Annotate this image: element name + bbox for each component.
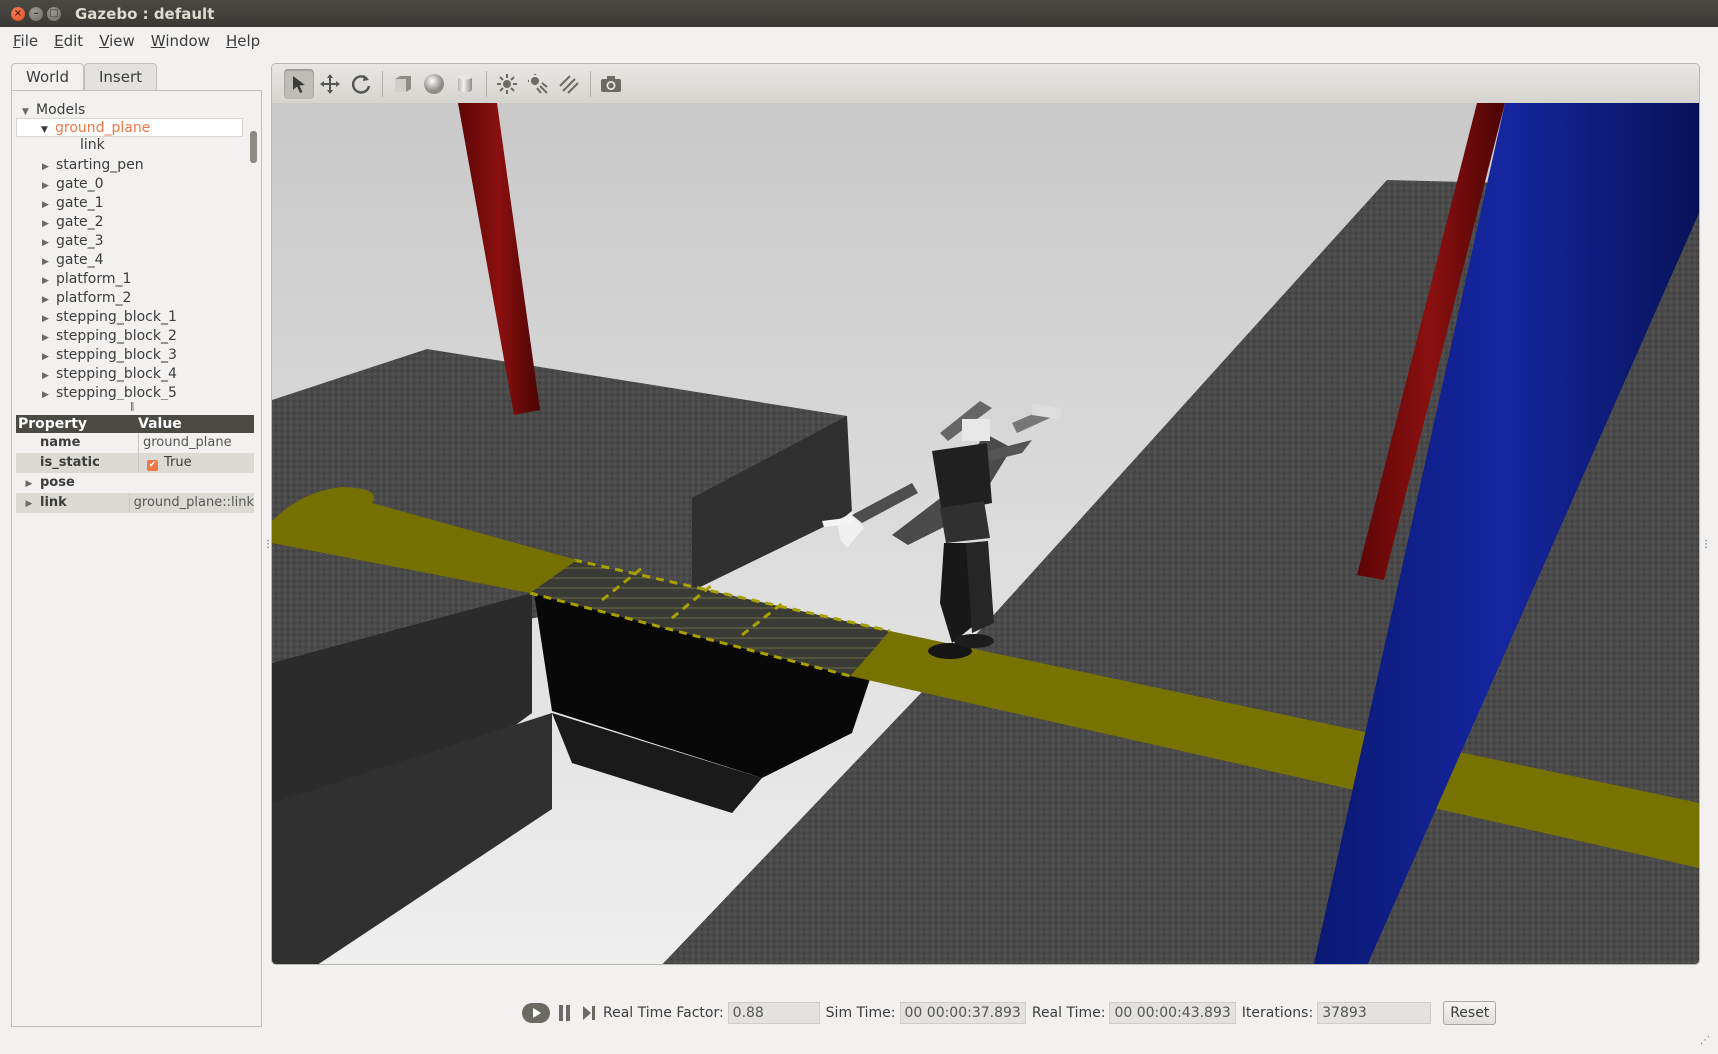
3d-scene-viewport[interactable] [272, 103, 1699, 965]
real-time-label: Real Time: [1031, 1005, 1106, 1021]
render-view-frame [271, 63, 1700, 965]
expand-triangle-icon[interactable]: ▶ [42, 386, 56, 400]
maximize-icon[interactable]: □ [47, 6, 61, 21]
tab-world[interactable]: World [11, 63, 84, 92]
real-time-factor-label: Real Time Factor: [603, 1005, 724, 1021]
property-row-pose[interactable]: ▶ pose [16, 473, 254, 493]
world-panel: ▼ Models ▼ ground_plane link ▶ starting_pen… [11, 90, 262, 1027]
tree-item[interactable]: ▶ gate_4 [42, 251, 103, 270]
property-row-link[interactable]: ▶ link ground_plane::link [16, 493, 254, 513]
play-button[interactable] [521, 1002, 551, 1024]
model-tree[interactable]: ▼ Models ▼ ground_plane link ▶ starting_pen… [16, 95, 258, 400]
tree-item[interactable]: ▶ platform_1 [42, 270, 131, 289]
tree-item[interactable]: ▶ platform_2 [42, 289, 131, 308]
sim-time-label: Sim Time: [825, 1005, 896, 1021]
tree-item-child[interactable]: link [80, 136, 105, 155]
toolbar-separator [382, 70, 383, 97]
iterations-label: Iterations: [1241, 1005, 1314, 1021]
title-bar: × – □ Gazebo : default [0, 0, 1718, 27]
property-row-is-static[interactable]: is_static ✔ True [16, 453, 254, 473]
expand-triangle-icon[interactable]: ▶ [18, 474, 40, 494]
point-light-icon[interactable] [492, 69, 522, 99]
right-splitter-icon[interactable]: ⋮ [1701, 539, 1711, 550]
close-icon[interactable]: × [11, 6, 25, 21]
menu-help[interactable]: Help [218, 32, 268, 50]
minimize-icon[interactable]: – [29, 6, 43, 21]
property-header: Property Value [16, 415, 254, 433]
menu-view[interactable]: View [91, 32, 143, 50]
iterations-value: 37893 [1317, 1002, 1432, 1024]
tree-item[interactable]: ▶ gate_3 [42, 232, 103, 251]
directional-light-icon[interactable] [554, 69, 584, 99]
tree-item[interactable]: ▶ stepping_block_4 [42, 365, 177, 384]
menu-edit[interactable]: Edit [46, 32, 91, 50]
property-column-header: Property [18, 416, 88, 432]
expand-triangle-icon[interactable]: ▶ [18, 494, 40, 514]
tree-item[interactable]: ▶ gate_2 [42, 213, 103, 232]
cylinder-shape-icon[interactable] [450, 69, 480, 99]
toolbar-separator [590, 70, 591, 97]
screenshot-camera-icon[interactable] [596, 69, 626, 99]
tree-item[interactable]: ▶ stepping_block_2 [42, 327, 177, 346]
splitter-handle-icon[interactable]: ‖ [130, 402, 135, 412]
select-arrow-icon[interactable] [284, 68, 314, 99]
tree-item[interactable]: ▶ starting_pen [42, 156, 144, 175]
sim-time-value: 00 00:00:37.893 [899, 1002, 1026, 1024]
real-time-factor-value: 0.88 [727, 1002, 820, 1024]
tree-scrollbar[interactable] [250, 131, 257, 163]
left-tabs: World Insert [11, 63, 158, 92]
tab-insert[interactable]: Insert [84, 63, 158, 91]
property-row-name[interactable]: name ground_plane [16, 433, 254, 453]
reset-button[interactable]: Reset [1443, 1001, 1497, 1025]
view-toolbar [272, 64, 1699, 103]
value-column-header: Value [138, 416, 182, 432]
tree-item-selected[interactable]: ▼ ground_plane [16, 118, 243, 137]
tree-item[interactable]: ▶ stepping_block_3 [42, 346, 177, 365]
menu-file[interactable]: File [5, 32, 46, 50]
translate-icon[interactable] [315, 69, 345, 99]
menu-bar: File Edit View Window Help [0, 27, 1718, 55]
property-table: Property Value name ground_plane is_stat… [16, 415, 254, 513]
rotate-icon[interactable] [346, 69, 376, 99]
status-bar: Real Time Factor: 0.88 Sim Time: 00 00:0… [271, 997, 1698, 1029]
pause-button[interactable] [555, 1002, 575, 1024]
real-time-value: 00 00:00:43.893 [1109, 1002, 1236, 1024]
window-title: Gazebo : default [75, 4, 215, 23]
sphere-shape-icon[interactable] [419, 69, 449, 99]
menu-window[interactable]: Window [143, 32, 218, 50]
expand-triangle-icon[interactable]: ▼ [41, 121, 55, 140]
step-button[interactable] [579, 1002, 599, 1024]
tree-item[interactable]: ▶ stepping_block_5 [42, 384, 177, 400]
toolbar-separator [486, 70, 487, 97]
main-window: File Edit View Window Help World Insert … [0, 27, 1718, 1054]
box-shape-icon[interactable] [388, 69, 418, 99]
checkbox-checked-icon[interactable]: ✔ [147, 460, 158, 471]
spot-light-icon[interactable] [523, 69, 553, 99]
tree-item[interactable]: ▶ gate_1 [42, 194, 103, 213]
tree-item[interactable]: ▶ gate_0 [42, 175, 103, 194]
resize-grip-icon[interactable]: ⋰ [1700, 1035, 1710, 1046]
tree-item[interactable]: ▶ stepping_block_1 [42, 308, 177, 327]
